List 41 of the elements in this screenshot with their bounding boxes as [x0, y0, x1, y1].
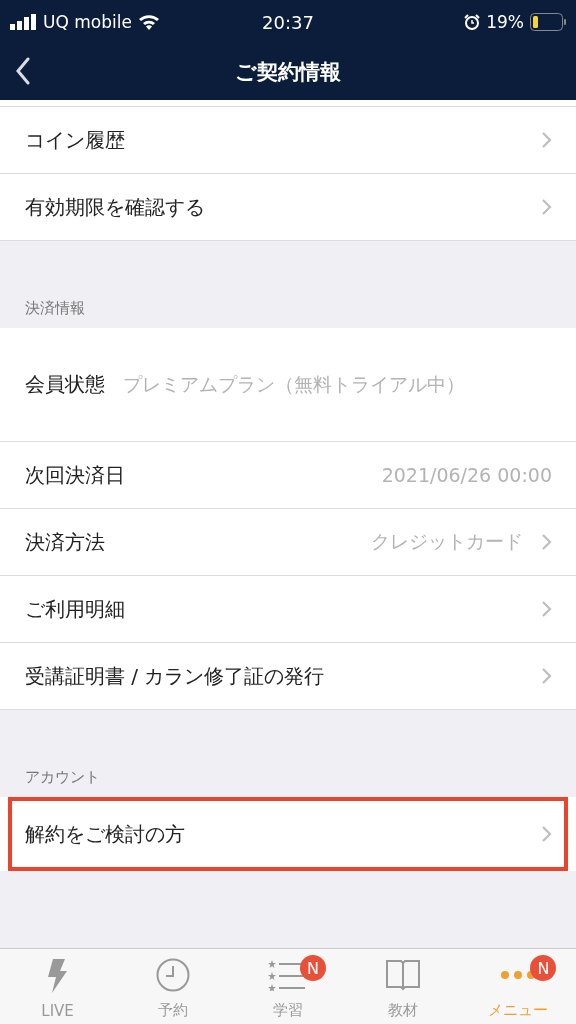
alarm-icon	[464, 14, 481, 30]
row-label: 次回決済日	[25, 461, 125, 489]
chevron-right-icon	[541, 533, 552, 551]
section-header: 決済情報	[25, 299, 85, 318]
signal-icon	[10, 14, 37, 30]
row-label: コイン履歴	[25, 126, 125, 154]
tab[interactable]: N メニュー	[460, 949, 576, 1024]
row-value: プレミアムプラン（無料トライアル中）	[123, 371, 466, 397]
list-row[interactable]: ご利用明細	[0, 576, 576, 643]
row-label: 有効期限を確認する	[25, 193, 205, 221]
list-row[interactable]: 決済方法 クレジットカード	[0, 509, 576, 576]
notification-badge: N	[300, 955, 326, 981]
row-label: 受講証明書 / カラン修了証の発行	[25, 662, 325, 690]
carrier-name: UQ mobile	[43, 12, 132, 32]
chevron-right-icon	[541, 825, 552, 843]
chevron-right-icon	[541, 667, 552, 685]
row-label: 決済方法	[25, 528, 105, 556]
row-value: 2021/06/26 00:00	[380, 464, 552, 486]
list-row[interactable]: 有効期限を確認する	[0, 174, 576, 241]
list-row[interactable]: コイン履歴	[0, 107, 576, 174]
screen-title: ご契約情報	[235, 59, 341, 86]
section-header: アカウント	[25, 768, 100, 787]
wifi-icon	[137, 14, 160, 30]
clock-time: 20:37	[262, 11, 314, 33]
row-value: クレジットカード	[370, 529, 523, 554]
battery-icon	[530, 13, 566, 31]
battery-percent: 19%	[486, 12, 524, 32]
chevron-right-icon	[541, 600, 552, 618]
row-label: 会員状態	[25, 371, 105, 398]
list-row[interactable]: 受講証明書 / カラン修了証の発行	[0, 643, 576, 710]
star-list-icon	[268, 959, 308, 991]
clock-icon	[155, 958, 190, 992]
notification-badge: N	[530, 955, 557, 981]
back-icon	[16, 56, 30, 85]
chevron-right-icon	[541, 198, 552, 216]
book-icon	[385, 959, 422, 991]
lightning-icon	[46, 959, 69, 993]
tab[interactable]: N 学習	[230, 949, 346, 1024]
row-label: 解約をご検討の方	[25, 820, 185, 848]
row-label: ご利用明細	[25, 595, 125, 623]
chevron-right-icon	[541, 131, 552, 149]
